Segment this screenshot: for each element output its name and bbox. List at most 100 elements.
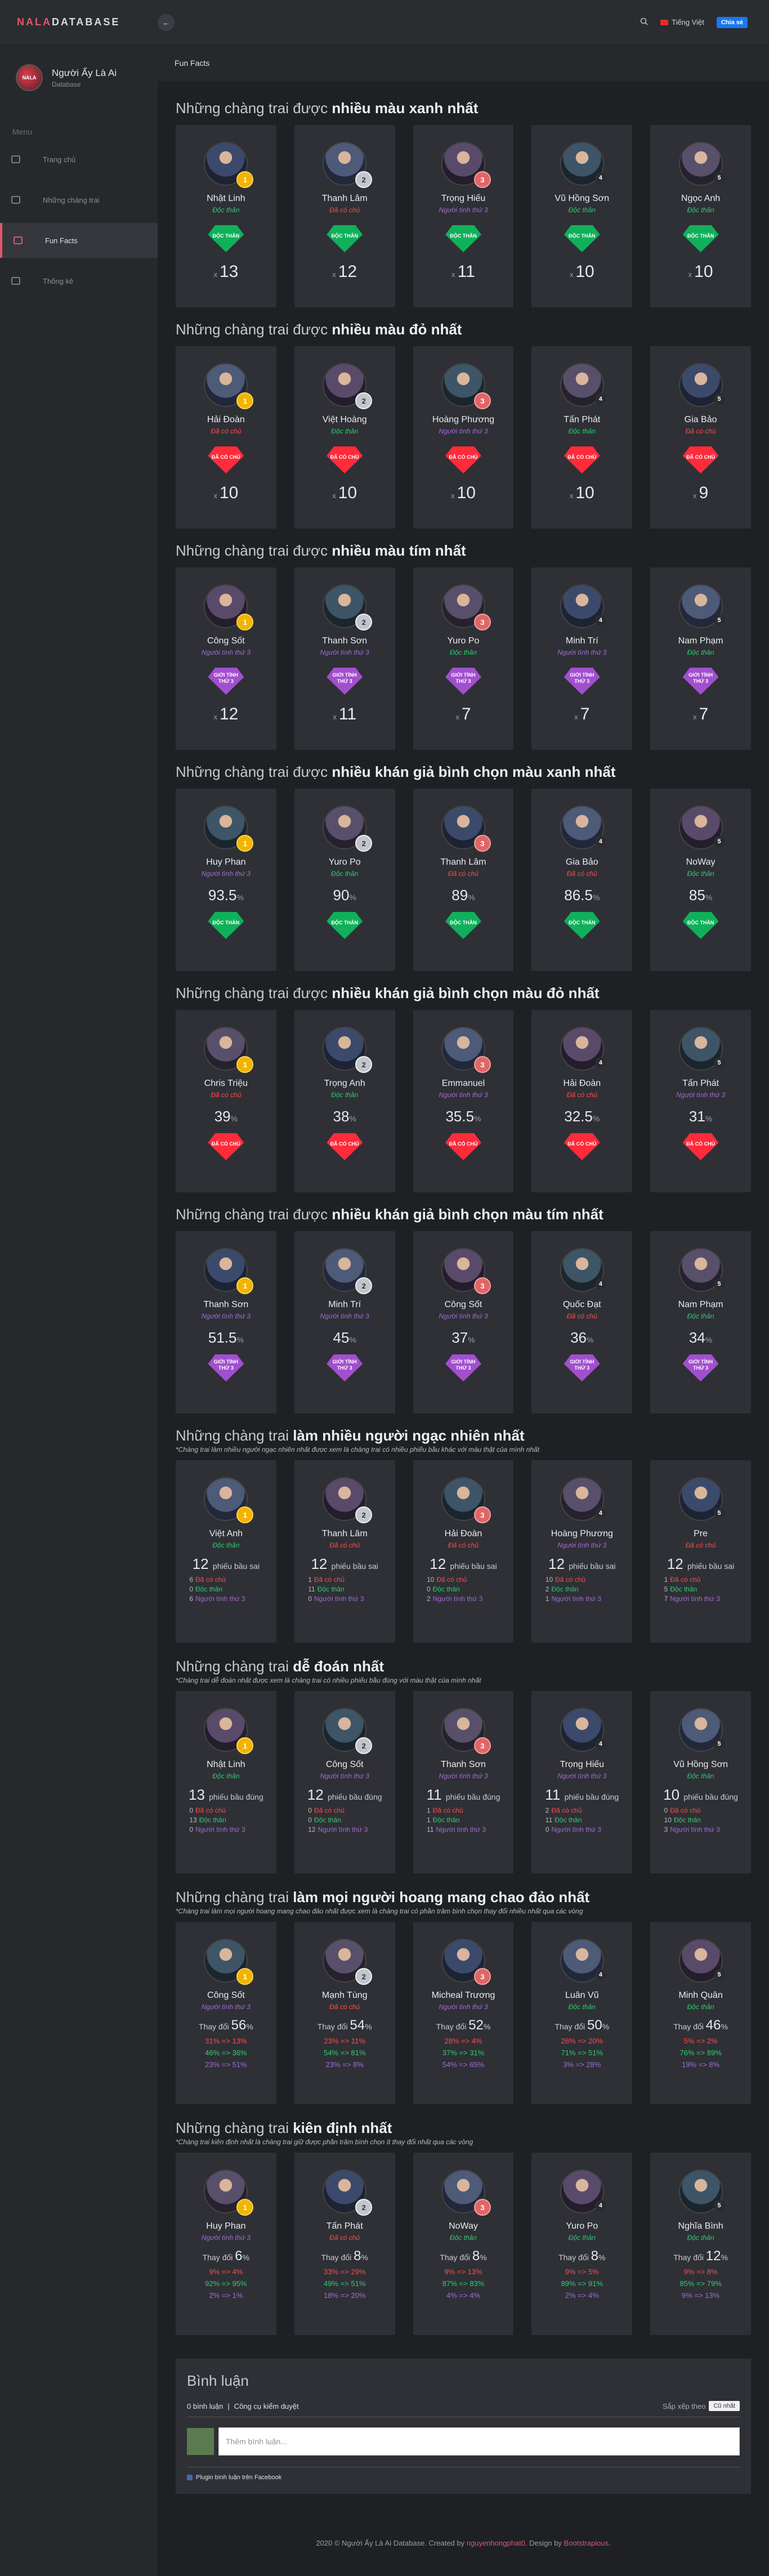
contestant-card[interactable]: 1 Hải Đoàn Đã có chủ ĐÃ CÓ CHỦ x 10 <box>176 346 276 529</box>
rank-badge: 1 <box>236 1277 254 1294</box>
fact-section: Những chàng trai được nhiều khán giả bìn… <box>176 761 751 982</box>
facebook-plugin-link[interactable]: Plugin bình luận trên Facebook <box>196 2474 281 2481</box>
contestant-card[interactable]: 1 Huy Phan Người tình thứ 3 93.5% ĐỘC THÂN <box>176 789 276 971</box>
contestant-card[interactable]: 1 Công Sốt Người tình thứ 3 Thay đổi 56% 31%… <box>176 1922 276 2104</box>
contestant-card[interactable]: 2 Mạnh Tùng Đã có chủ Thay đổi 54% 23% => 11… <box>294 1922 395 2104</box>
contestant-photo: 2 <box>323 1477 373 1523</box>
vote-breakdown-row: 1 Đã có chủ <box>308 1576 345 1584</box>
comments-panel: Bình luận 0 bình luận | Công cụ kiểm duy… <box>176 2359 751 2494</box>
contestant-card[interactable]: 3 Công Sốt Người tình thứ 3 37% GIỚI TÍNH TH… <box>413 1231 514 1414</box>
vote-percent: 38% <box>333 1108 356 1125</box>
rank-badge: 3 <box>473 392 491 409</box>
menu-heading: Menu <box>12 127 33 136</box>
status-label: Người tình thứ 3 <box>439 1091 488 1099</box>
contestant-card[interactable]: 3 NoWay Độc thân Thay đổi 8% 9% => 13% 87% =>… <box>413 2153 514 2335</box>
status-label: Độc thân <box>687 2234 714 2242</box>
contestant-card[interactable]: 1 Thanh Sơn Người tình thứ 3 51.5% GIỚI TÍNH… <box>176 1231 276 1414</box>
contestant-card[interactable]: 3 Trọng Hiếu Người tình thứ 3 ĐỘC THÂN x 11 <box>413 125 514 307</box>
contestant-card[interactable]: 5 Vũ Hồng Sơn Độc thân 10 phiếu bầu đúng 0 Đã… <box>650 1691 751 1873</box>
rank-badge: 5 <box>713 172 725 184</box>
contestant-card[interactable]: 2 Thanh Lâm Đã có chủ ĐỘC THÂN x 12 <box>294 125 395 307</box>
contestant-card[interactable]: 4 Vũ Hồng Sơn Độc thân ĐỘC THÂN x 10 <box>531 125 633 307</box>
contestant-card[interactable]: 4 Hoàng Phương Người tình thứ 3 12 phiếu bầ… <box>531 1460 633 1643</box>
contestant-card[interactable]: 1 Huy Phan Người tình thứ 3 Thay đổi 6% 9% =… <box>176 2153 276 2335</box>
contestant-card[interactable]: 2 Trọng Anh Độc thân 38% ĐÃ CÓ CHỦ <box>294 1010 395 1192</box>
change-row: 5% => 2% <box>683 2037 718 2045</box>
sidebar-item-statistics[interactable]: Thống kê <box>0 263 158 298</box>
change-row: 49% => 51% <box>323 2279 366 2288</box>
contestant-card[interactable]: 3 Thanh Lâm Đã có chủ 89% ĐỘC THÂN <box>413 789 514 971</box>
contestant-card[interactable]: 4 Quốc Đạt Đã có chủ 36% GIỚI TÍNH THỨ 3 <box>531 1231 633 1414</box>
contestant-card[interactable]: 4 Minh Trí Người tình thứ 3 GIỚI TÍNH THỨ 3… <box>531 567 633 750</box>
avatar: NALA <box>16 64 43 91</box>
contestant-card[interactable]: 2 Yuro Po Độc thân 90% ĐỘC THÂN <box>294 789 395 971</box>
color-count: x9 <box>692 484 709 502</box>
contestant-card[interactable]: 1 Việt Anh Độc thân 12 phiếu bầu sai 6 Đã có … <box>176 1460 276 1643</box>
contestant-card[interactable]: 5 Nam Phạm Độc thân GIỚI TÍNH THỨ 3 x7 <box>650 567 751 750</box>
page-title: Fun Facts <box>175 59 210 68</box>
logo[interactable]: NALADATABASE <box>0 16 158 28</box>
change-total: Thay đổi 52% <box>436 2018 491 2033</box>
sidebar-item-fun-facts[interactable]: Fun Facts <box>0 223 158 258</box>
moderation-tools-link[interactable]: Công cụ kiểm duyệt <box>234 2402 299 2410</box>
contestant-photo: 1 <box>204 1477 254 1523</box>
contestant-card[interactable]: 1 Nhật Linh Độc thân ĐỘC THÂN x 13 <box>176 125 276 307</box>
contestant-card[interactable]: 5 Nam Phạm Độc thân 34% GIỚI TÍNH THỨ 3 <box>650 1231 751 1414</box>
contestant-card[interactable]: 4 Luân Vũ Độc thân Thay đổi 50% 26% => 20% 71… <box>531 1922 633 2104</box>
contestant-photo: 2 <box>323 1939 373 1985</box>
contestant-card[interactable]: 4 Tấn Phát Độc thân ĐÃ CÓ CHỦ x 10 <box>531 346 633 529</box>
rank-badge: 3 <box>473 1056 491 1073</box>
status-label: Người tình thứ 3 <box>439 1312 488 1320</box>
contestant-card[interactable]: 3 Emmanuel Người tình thứ 3 35.5% ĐÃ CÓ CHỦ <box>413 1010 514 1192</box>
creator-link[interactable]: nguyenhongphat0 <box>467 2539 525 2547</box>
comment-input[interactable]: Thêm bình luận... <box>218 2427 740 2456</box>
contestant-photo: 1 <box>204 1027 254 1073</box>
contestant-card[interactable]: 1 Chris Triệu Đã có chủ 39% ĐÃ CÓ CHỦ <box>176 1010 276 1192</box>
contestant-card[interactable]: 3 Thanh Sơn Người tình thứ 3 11 phiếu bầu đ… <box>413 1691 514 1873</box>
search-icon[interactable] <box>640 17 648 27</box>
contestant-card[interactable]: 4 Trọng Hiếu Người tình thứ 3 11 phiếu bầu … <box>531 1691 633 1873</box>
contestant-card[interactable]: 1 Nhật Linh Độc thân 13 phiếu bầu đúng 0 Đã c… <box>176 1691 276 1873</box>
contestant-card[interactable]: 2 Công Sốt Người tình thứ 3 12 phiếu bầu đú… <box>294 1691 395 1873</box>
contestant-card[interactable]: 2 Thanh Lâm Đã có chủ 12 phiếu bầu sai 1 Đã c… <box>294 1460 395 1643</box>
contestant-card[interactable]: 5 Pre Đã có chủ 12 phiếu bầu sai 1 Đã có chủ 5… <box>650 1460 751 1643</box>
change-row: 85% => 79% <box>679 2279 722 2288</box>
status-label: Độc thân <box>687 1772 714 1780</box>
vote-percent: 34% <box>688 1329 713 1346</box>
change-total: Thay đổi 6% <box>202 2248 250 2264</box>
rank-badge: 4 <box>594 172 606 184</box>
contestant-card[interactable]: 2 Tấn Phát Đã có chủ Thay đổi 8% 33% => 29% 4… <box>294 2153 395 2335</box>
sort-select[interactable]: Cũ nhất <box>709 2401 740 2411</box>
language-selector[interactable]: Tiếng Việt <box>660 18 704 26</box>
vote-breakdown-row: 12 Người tình thứ 3 <box>308 1826 368 1833</box>
contestant-card[interactable]: 4 Hải Đoàn Đã có chủ 32.5% ĐÃ CÓ CHỦ <box>531 1010 633 1192</box>
contestant-photo: 5 <box>678 584 725 628</box>
vote-breakdown-row: 6 Người tình thứ 3 <box>189 1595 245 1603</box>
status-label: Người tình thứ 3 <box>557 1541 607 1549</box>
back-arrow-icon[interactable]: ← <box>158 14 175 31</box>
contestant-card[interactable]: 2 Thanh Sơn Người tình thứ 3 GIỚI TÍNH THỨ … <box>294 567 395 750</box>
contestant-name: Tấn Phát <box>326 2221 363 2231</box>
change-row: 28% => 4% <box>444 2037 482 2045</box>
contestant-name: Hải Đoàn <box>444 1529 482 1539</box>
sidebar-item-contestants[interactable]: Những chàng trai <box>0 182 158 217</box>
contestant-card[interactable]: 2 Minh Trí Người tình thứ 3 45% GIỚI TÍNH TH… <box>294 1231 395 1414</box>
contestant-card[interactable]: 5 NoWay Độc thân 85% ĐỘC THÂN <box>650 789 751 971</box>
sidebar-item-home[interactable]: Trang chủ <box>0 142 158 177</box>
contestant-card[interactable]: 5 Ngọc Anh Độc thân ĐỘC THÂN x 10 <box>650 125 751 307</box>
contestant-card[interactable]: 3 Yuro Po Độc thân GIỚI TÍNH THỨ 3 x7 <box>413 567 514 750</box>
contestant-card[interactable]: 4 Gia Bảo Đã có chủ 86.5% ĐỘC THÂN <box>531 789 633 971</box>
contestant-card[interactable]: 2 Việt Hoàng Độc thân ĐÃ CÓ CHỦ x 10 <box>294 346 395 529</box>
contestant-card[interactable]: 1 Công Sốt Người tình thứ 3 GIỚI TÍNH THỨ 3… <box>176 567 276 750</box>
contestant-card[interactable]: 5 Gia Bảo Đã có chủ ĐÃ CÓ CHỦ x 9 <box>650 346 751 529</box>
share-button[interactable]: Chia sẻ <box>716 16 748 28</box>
contestant-card[interactable]: 5 Nghĩa Bình Độc thân Thay đổi 12% 9% => 8% 8… <box>650 2153 751 2335</box>
contestant-card[interactable]: 4 Yuro Po Độc thân Thay đổi 8% 9% => 5% 89% =… <box>531 2153 633 2335</box>
contestant-card[interactable]: 3 Micheal Trương Người tình thứ 3 Thay đổi … <box>413 1922 514 2104</box>
contestant-card[interactable]: 3 Hoàng Phương Người tình thứ 3 ĐÃ CÓ CHỦ x 1… <box>413 346 514 529</box>
contestant-card[interactable]: 5 Tấn Phát Người tình thứ 3 31% ĐÃ CÓ CHỦ <box>650 1010 751 1192</box>
contestant-card[interactable]: 5 Minh Quân Độc thân Thay đổi 46% 5% => 2% 76… <box>650 1922 751 2104</box>
contestant-card[interactable]: 3 Hải Đoàn Đã có chủ 12 phiếu bầu sai 10 Đã c… <box>413 1460 514 1643</box>
contestant-photo: 1 <box>204 1248 254 1294</box>
designer-link[interactable]: Bootstrapious <box>564 2539 609 2547</box>
